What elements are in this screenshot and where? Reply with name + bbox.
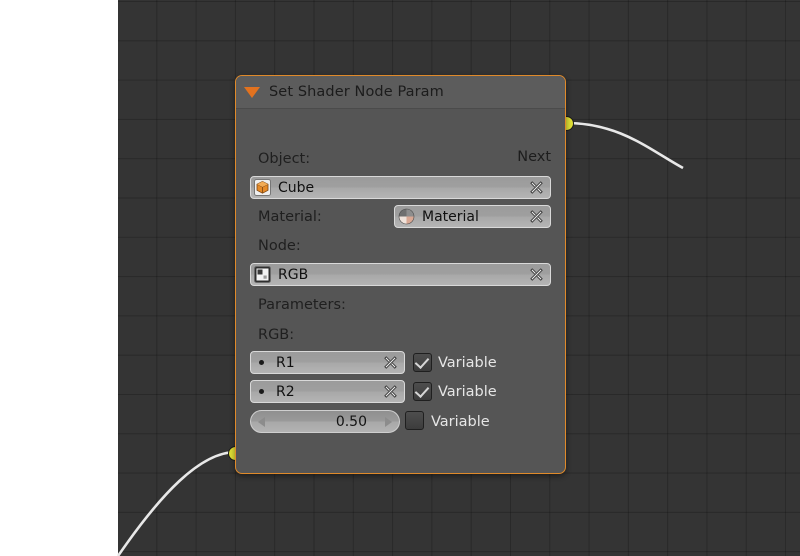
param-field-r1-value: R1 bbox=[276, 355, 382, 371]
label-parameters: Parameters: bbox=[258, 297, 346, 313]
param-field-r2-value: R2 bbox=[276, 384, 382, 400]
node-editor-screen: Set Shader Node Param Next Previous Obje… bbox=[0, 0, 800, 556]
chevron-left-icon[interactable] bbox=[258, 417, 265, 427]
checkbox-variable-r2[interactable] bbox=[413, 382, 432, 401]
checkbox-label-variable-slider: Variable bbox=[431, 414, 490, 430]
material-field[interactable]: Material bbox=[394, 205, 551, 228]
node-title: Set Shader Node Param bbox=[269, 84, 444, 100]
checkbox-variable-r1[interactable] bbox=[413, 353, 432, 372]
param-slider-value-text: 0.50 bbox=[265, 414, 385, 430]
socket-label-next: Next bbox=[517, 149, 551, 165]
node-image-icon bbox=[254, 266, 271, 283]
checkbox-variable-slider[interactable] bbox=[405, 411, 424, 430]
chevron-right-icon[interactable] bbox=[385, 417, 392, 427]
node-field-value: RGB bbox=[278, 267, 528, 283]
param-field-r1[interactable]: R1 bbox=[250, 351, 405, 374]
x-clear-icon-r1[interactable] bbox=[382, 354, 399, 371]
dot-icon-r2 bbox=[254, 383, 269, 400]
node-field[interactable]: RGB bbox=[250, 263, 551, 286]
label-material: Material: bbox=[258, 209, 322, 225]
object-field[interactable]: Cube bbox=[250, 176, 551, 199]
node-header[interactable]: Set Shader Node Param bbox=[236, 76, 565, 109]
x-clear-icon-object[interactable] bbox=[528, 179, 545, 196]
cube-icon bbox=[254, 179, 271, 196]
material-sphere-icon bbox=[398, 208, 415, 225]
dot-icon-r1 bbox=[254, 354, 269, 371]
label-object: Object: bbox=[258, 151, 310, 167]
checkbox-label-variable-r2: Variable bbox=[438, 384, 497, 400]
socket-row-next: Next bbox=[517, 147, 551, 167]
param-slider-value[interactable]: 0.50 bbox=[250, 410, 400, 433]
triangle-down-icon[interactable] bbox=[244, 87, 260, 98]
material-field-value: Material bbox=[422, 209, 528, 225]
checkbox-label-variable-r1: Variable bbox=[438, 355, 497, 371]
label-node: Node: bbox=[258, 238, 301, 254]
x-clear-icon-material[interactable] bbox=[528, 208, 545, 225]
x-clear-icon-node[interactable] bbox=[528, 266, 545, 283]
object-field-value: Cube bbox=[278, 180, 528, 196]
param-field-r2[interactable]: R2 bbox=[250, 380, 405, 403]
label-rgb: RGB: bbox=[258, 327, 294, 343]
x-clear-icon-r2[interactable] bbox=[382, 383, 399, 400]
